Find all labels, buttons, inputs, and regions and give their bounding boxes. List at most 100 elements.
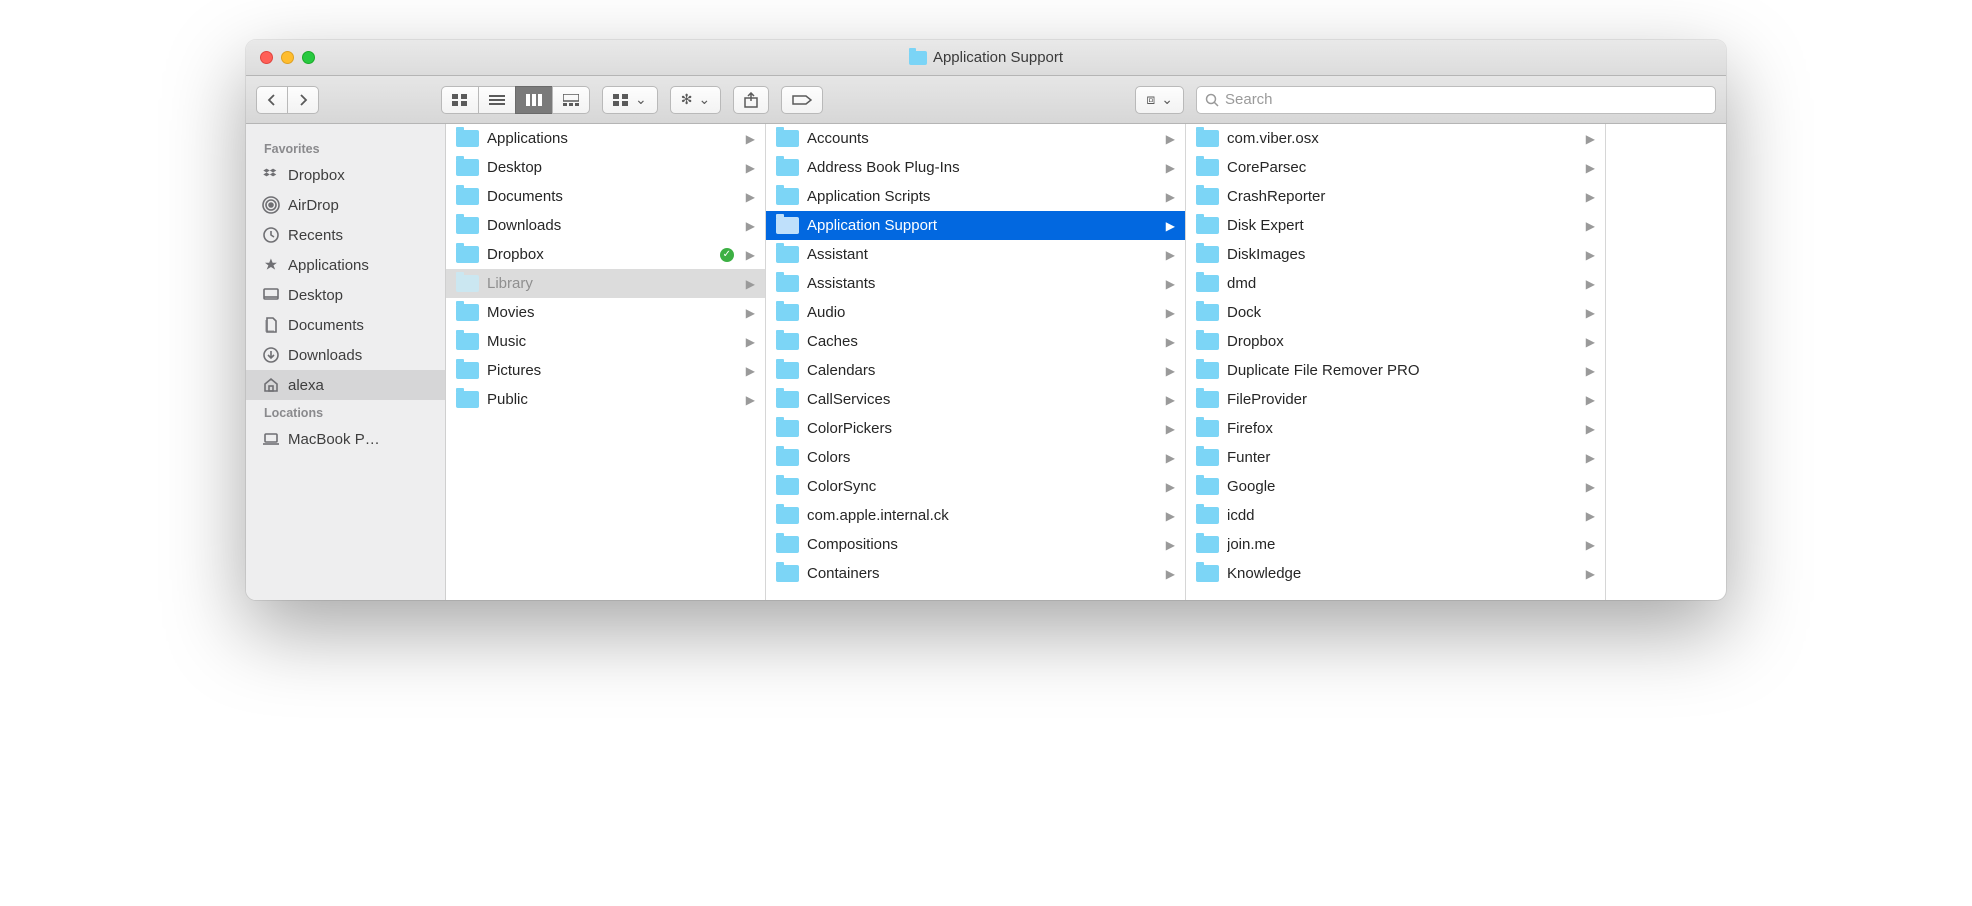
- icon-view-button[interactable]: [441, 86, 478, 114]
- chevron-right-icon: ▶: [740, 393, 755, 407]
- home-icon: [262, 376, 280, 394]
- sidebar-item-downloads[interactable]: Downloads: [246, 340, 445, 370]
- folder-icon: [1196, 565, 1219, 582]
- list-view-button[interactable]: [478, 86, 515, 114]
- arrange-button[interactable]: ⌄: [602, 86, 658, 114]
- folder-icon: [456, 246, 479, 263]
- folder-icon: [776, 130, 799, 147]
- sidebar-item-desktop[interactable]: Desktop: [246, 280, 445, 310]
- chevron-right-icon: ▶: [1160, 422, 1175, 436]
- search-field[interactable]: [1196, 86, 1716, 114]
- file-row[interactable]: Desktop▶: [446, 153, 765, 182]
- file-row[interactable]: Accounts▶: [766, 124, 1185, 153]
- file-row[interactable]: Duplicate File Remover PRO▶: [1186, 356, 1605, 385]
- file-row[interactable]: Application Support▶: [766, 211, 1185, 240]
- close-button[interactable]: [260, 51, 273, 64]
- titlebar[interactable]: Application Support: [246, 40, 1726, 76]
- folder-icon: [776, 449, 799, 466]
- tags-button[interactable]: [781, 86, 823, 114]
- chevron-right-icon: ▶: [1160, 277, 1175, 291]
- documents-icon: [262, 316, 280, 334]
- file-row[interactable]: Music▶: [446, 327, 765, 356]
- share-button[interactable]: [733, 86, 769, 114]
- back-button[interactable]: [256, 86, 287, 114]
- chevron-right-icon: ▶: [1160, 567, 1175, 581]
- file-row[interactable]: com.apple.internal.ck▶: [766, 501, 1185, 530]
- file-row[interactable]: Applications▶: [446, 124, 765, 153]
- file-label: icdd: [1227, 507, 1580, 524]
- sidebar-item-applications[interactable]: Applications: [246, 250, 445, 280]
- gallery-view-button[interactable]: [552, 86, 590, 114]
- sidebar-item-dropbox[interactable]: Dropbox: [246, 160, 445, 190]
- file-row[interactable]: Firefox▶: [1186, 414, 1605, 443]
- file-row[interactable]: Assistant▶: [766, 240, 1185, 269]
- chevron-down-icon: ⌄: [635, 91, 647, 108]
- file-row[interactable]: Dock▶: [1186, 298, 1605, 327]
- file-row[interactable]: ColorPickers▶: [766, 414, 1185, 443]
- sidebar-item-recents[interactable]: Recents: [246, 220, 445, 250]
- sidebar-item-macbook-p-[interactable]: MacBook P…: [246, 424, 445, 454]
- dropbox-toolbar-button[interactable]: ⧈⌄: [1135, 86, 1184, 114]
- sidebar-item-label: Recents: [288, 227, 343, 244]
- folder-icon: [776, 536, 799, 553]
- file-row[interactable]: Application Scripts▶: [766, 182, 1185, 211]
- sidebar-item-documents[interactable]: Documents: [246, 310, 445, 340]
- file-row[interactable]: com.viber.osx▶: [1186, 124, 1605, 153]
- file-row[interactable]: CallServices▶: [766, 385, 1185, 414]
- column-view-button[interactable]: [515, 86, 552, 114]
- file-row[interactable]: Dropbox✓▶: [446, 240, 765, 269]
- desktop-icon: [262, 286, 280, 304]
- folder-icon: [1196, 246, 1219, 263]
- file-row[interactable]: Knowledge▶: [1186, 559, 1605, 588]
- file-row[interactable]: FileProvider▶: [1186, 385, 1605, 414]
- sidebar-item-label: alexa: [288, 377, 324, 394]
- file-row[interactable]: DiskImages▶: [1186, 240, 1605, 269]
- file-row[interactable]: Dropbox▶: [1186, 327, 1605, 356]
- column-2[interactable]: com.viber.osx▶CoreParsec▶CrashReporter▶D…: [1186, 124, 1606, 600]
- file-row[interactable]: Public▶: [446, 385, 765, 414]
- file-row[interactable]: icdd▶: [1186, 501, 1605, 530]
- file-row[interactable]: Assistants▶: [766, 269, 1185, 298]
- file-row[interactable]: Downloads▶: [446, 211, 765, 240]
- file-row[interactable]: Library▶: [446, 269, 765, 298]
- column-1[interactable]: Accounts▶Address Book Plug-Ins▶Applicati…: [766, 124, 1186, 600]
- file-label: ColorSync: [807, 478, 1160, 495]
- sidebar[interactable]: FavoritesDropboxAirDropRecentsApplicatio…: [246, 124, 446, 600]
- file-label: Accounts: [807, 130, 1160, 147]
- file-row[interactable]: Containers▶: [766, 559, 1185, 588]
- file-row[interactable]: Pictures▶: [446, 356, 765, 385]
- dropbox-icon: ⧈: [1146, 91, 1155, 108]
- file-row[interactable]: Address Book Plug-Ins▶: [766, 153, 1185, 182]
- file-row[interactable]: ColorSync▶: [766, 472, 1185, 501]
- file-row[interactable]: Documents▶: [446, 182, 765, 211]
- file-row[interactable]: Colors▶: [766, 443, 1185, 472]
- file-row[interactable]: CrashReporter▶: [1186, 182, 1605, 211]
- minimize-button[interactable]: [281, 51, 294, 64]
- file-row[interactable]: Movies▶: [446, 298, 765, 327]
- file-row[interactable]: Disk Expert▶: [1186, 211, 1605, 240]
- chevron-right-icon: ▶: [1160, 393, 1175, 407]
- file-row[interactable]: join.me▶: [1186, 530, 1605, 559]
- file-row[interactable]: Caches▶: [766, 327, 1185, 356]
- chevron-down-icon: ⌄: [698, 91, 710, 108]
- zoom-button[interactable]: [302, 51, 315, 64]
- column-0[interactable]: Applications▶Desktop▶Documents▶Downloads…: [446, 124, 766, 600]
- folder-icon: [776, 333, 799, 350]
- sidebar-item-airdrop[interactable]: AirDrop: [246, 190, 445, 220]
- file-row[interactable]: Audio▶: [766, 298, 1185, 327]
- column-browser[interactable]: Applications▶Desktop▶Documents▶Downloads…: [446, 124, 1726, 600]
- sidebar-item-alexa[interactable]: alexa: [246, 370, 445, 400]
- file-label: Dock: [1227, 304, 1580, 321]
- action-button[interactable]: ✻⌄: [670, 86, 721, 114]
- search-icon: [1205, 93, 1219, 107]
- search-input[interactable]: [1225, 91, 1707, 108]
- forward-button[interactable]: [287, 86, 319, 114]
- file-row[interactable]: dmd▶: [1186, 269, 1605, 298]
- file-row[interactable]: Funter▶: [1186, 443, 1605, 472]
- folder-icon: [1196, 188, 1219, 205]
- file-row[interactable]: Google▶: [1186, 472, 1605, 501]
- file-row[interactable]: Calendars▶: [766, 356, 1185, 385]
- chevron-right-icon: ▶: [1580, 248, 1595, 262]
- file-row[interactable]: Compositions▶: [766, 530, 1185, 559]
- file-row[interactable]: CoreParsec▶: [1186, 153, 1605, 182]
